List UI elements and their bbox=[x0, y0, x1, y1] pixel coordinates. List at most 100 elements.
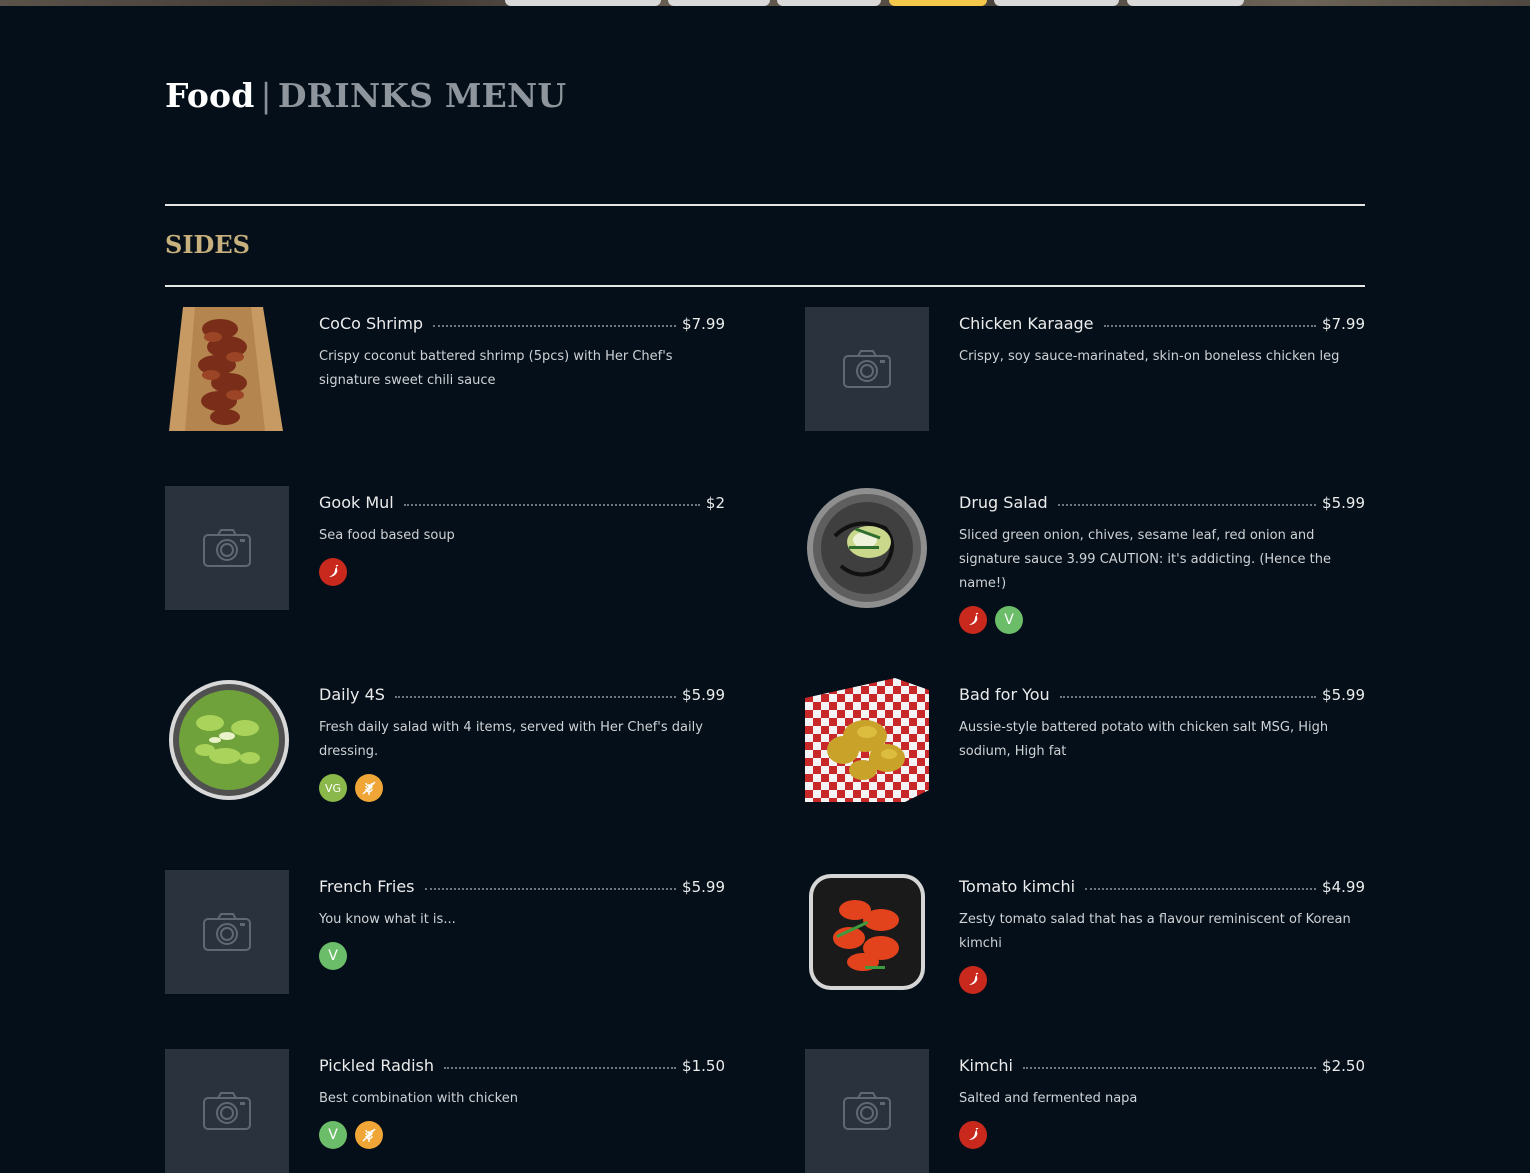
item-price: $5.99 bbox=[1322, 494, 1365, 512]
vegetarian-badge: V bbox=[319, 942, 347, 970]
nav-tab-active[interactable] bbox=[889, 0, 987, 6]
item-description: You know what it is... bbox=[319, 912, 456, 927]
item-body: Bad for You $5.99 Aussie-style battered po… bbox=[959, 678, 1365, 764]
image-placeholder bbox=[165, 1049, 289, 1173]
item-description: Sea food based soup bbox=[319, 528, 455, 543]
item-header: Pickled Radish $1.50 bbox=[319, 1049, 725, 1075]
item-header: Gook Mul $2 bbox=[319, 486, 725, 512]
item-header: Chicken Karaage $7.99 bbox=[959, 307, 1365, 333]
item-description: Zesty tomato salad that has a flavour re… bbox=[959, 912, 1351, 951]
camera-icon bbox=[203, 913, 251, 951]
dietary-badges: V bbox=[319, 942, 725, 970]
item-price: $1.50 bbox=[682, 1057, 725, 1075]
item-body: French Fries $5.99 You know what it is... V bbox=[319, 870, 725, 970]
item-name: Drug Salad bbox=[959, 493, 1048, 512]
camera-icon bbox=[843, 1092, 891, 1130]
item-body: Pickled Radish $1.50 Best combination with… bbox=[319, 1049, 725, 1149]
item-description: Crispy, soy sauce-marinated, skin-on bon… bbox=[959, 349, 1340, 364]
dot-leader bbox=[443, 1067, 677, 1069]
item-header: Drug Salad $5.99 bbox=[959, 486, 1365, 512]
dot-leader bbox=[403, 504, 700, 506]
dot-leader bbox=[1085, 888, 1317, 890]
item-price: $5.99 bbox=[682, 878, 725, 896]
spicy-icon bbox=[319, 558, 347, 586]
item-photo bbox=[805, 486, 929, 610]
item-body: Drug Salad $5.99 Sliced green onion, chive… bbox=[959, 486, 1365, 634]
camera-icon bbox=[203, 529, 251, 567]
dietary-badges bbox=[319, 558, 725, 586]
nav-tab-5[interactable] bbox=[994, 0, 1119, 6]
item-name: French Fries bbox=[319, 877, 415, 896]
item-name: Tomato kimchi bbox=[959, 877, 1076, 896]
camera-icon bbox=[203, 1092, 251, 1130]
nav-tab-1[interactable] bbox=[505, 0, 661, 6]
divider-bottom bbox=[165, 285, 1365, 287]
gluten-free-icon bbox=[355, 774, 383, 802]
item-header: Bad for You $5.99 bbox=[959, 678, 1365, 704]
item-body: Chicken Karaage $7.99 Crispy, soy sauce-ma… bbox=[959, 307, 1365, 369]
item-name: Kimchi bbox=[959, 1056, 1013, 1075]
dot-leader bbox=[1022, 1067, 1317, 1069]
item-description: Fresh daily salad with 4 items, served w… bbox=[319, 720, 703, 759]
dietary-badges bbox=[959, 966, 1365, 994]
item-photo bbox=[165, 678, 289, 802]
title-separator: | bbox=[260, 76, 272, 115]
item-price: $2.50 bbox=[1322, 1057, 1365, 1075]
item-photo bbox=[805, 870, 929, 994]
item-header: CoCo Shrimp $7.99 bbox=[319, 307, 725, 333]
item-name: Gook Mul bbox=[319, 493, 394, 512]
dietary-badges: V bbox=[959, 606, 1365, 634]
item-body: Gook Mul $2 Sea food based soup bbox=[319, 486, 725, 586]
item-price: $5.99 bbox=[1322, 686, 1365, 704]
item-description: Best combination with chicken bbox=[319, 1091, 518, 1106]
item-body: Kimchi $2.50 Salted and fermented napa bbox=[959, 1049, 1365, 1149]
item-body: CoCo Shrimp $7.99 Crispy coconut battered … bbox=[319, 307, 725, 393]
item-body: Daily 4S $5.99 Fresh daily salad with 4 it… bbox=[319, 678, 725, 802]
item-price: $4.99 bbox=[1322, 878, 1365, 896]
vegetarian-badge: V bbox=[319, 1121, 347, 1149]
item-header: Tomato kimchi $4.99 bbox=[959, 870, 1365, 896]
spicy-icon bbox=[959, 1121, 987, 1149]
section-title: SIDES bbox=[165, 230, 250, 259]
item-description: Aussie-style battered potato with chicke… bbox=[959, 720, 1329, 759]
dot-leader bbox=[1059, 696, 1317, 698]
item-photo bbox=[805, 678, 929, 802]
camera-icon bbox=[843, 350, 891, 388]
dot-leader bbox=[394, 696, 677, 698]
item-body: Tomato kimchi $4.99 Zesty tomato salad tha… bbox=[959, 870, 1365, 994]
dot-leader bbox=[424, 888, 677, 890]
item-description: Salted and fermented napa bbox=[959, 1091, 1138, 1106]
gluten-free-icon bbox=[355, 1121, 383, 1149]
item-price: $7.99 bbox=[682, 315, 725, 333]
spicy-icon bbox=[959, 966, 987, 994]
dietary-badges bbox=[959, 1121, 1365, 1149]
drinks-menu-link[interactable]: DRINKS MENU bbox=[278, 76, 566, 115]
spicy-icon bbox=[959, 606, 987, 634]
dietary-badges: VG bbox=[319, 774, 725, 802]
nav-tab-6[interactable] bbox=[1127, 0, 1244, 6]
item-name: CoCo Shrimp bbox=[319, 314, 424, 333]
item-name: Bad for You bbox=[959, 685, 1050, 704]
item-name: Chicken Karaage bbox=[959, 314, 1094, 333]
item-header: Daily 4S $5.99 bbox=[319, 678, 725, 704]
dot-leader bbox=[433, 325, 677, 327]
item-name: Pickled Radish bbox=[319, 1056, 434, 1075]
dot-leader bbox=[1057, 504, 1317, 506]
vegan-badge: VG bbox=[319, 774, 347, 802]
image-placeholder bbox=[165, 486, 289, 610]
item-header: French Fries $5.99 bbox=[319, 870, 725, 896]
food-menu-link[interactable]: Food bbox=[165, 76, 255, 115]
dietary-badges: V bbox=[319, 1121, 725, 1149]
image-placeholder bbox=[805, 1049, 929, 1173]
item-price: $2 bbox=[705, 494, 725, 512]
item-header: Kimchi $2.50 bbox=[959, 1049, 1365, 1075]
item-name: Daily 4S bbox=[319, 685, 385, 704]
item-photo bbox=[165, 307, 289, 431]
item-price: $7.99 bbox=[1322, 315, 1365, 333]
item-description: Sliced green onion, chives, sesame leaf,… bbox=[959, 528, 1332, 591]
nav-tab-2[interactable] bbox=[668, 0, 770, 6]
image-placeholder bbox=[805, 307, 929, 431]
divider-top bbox=[165, 204, 1365, 206]
image-placeholder bbox=[165, 870, 289, 994]
nav-tab-3[interactable] bbox=[777, 0, 881, 6]
